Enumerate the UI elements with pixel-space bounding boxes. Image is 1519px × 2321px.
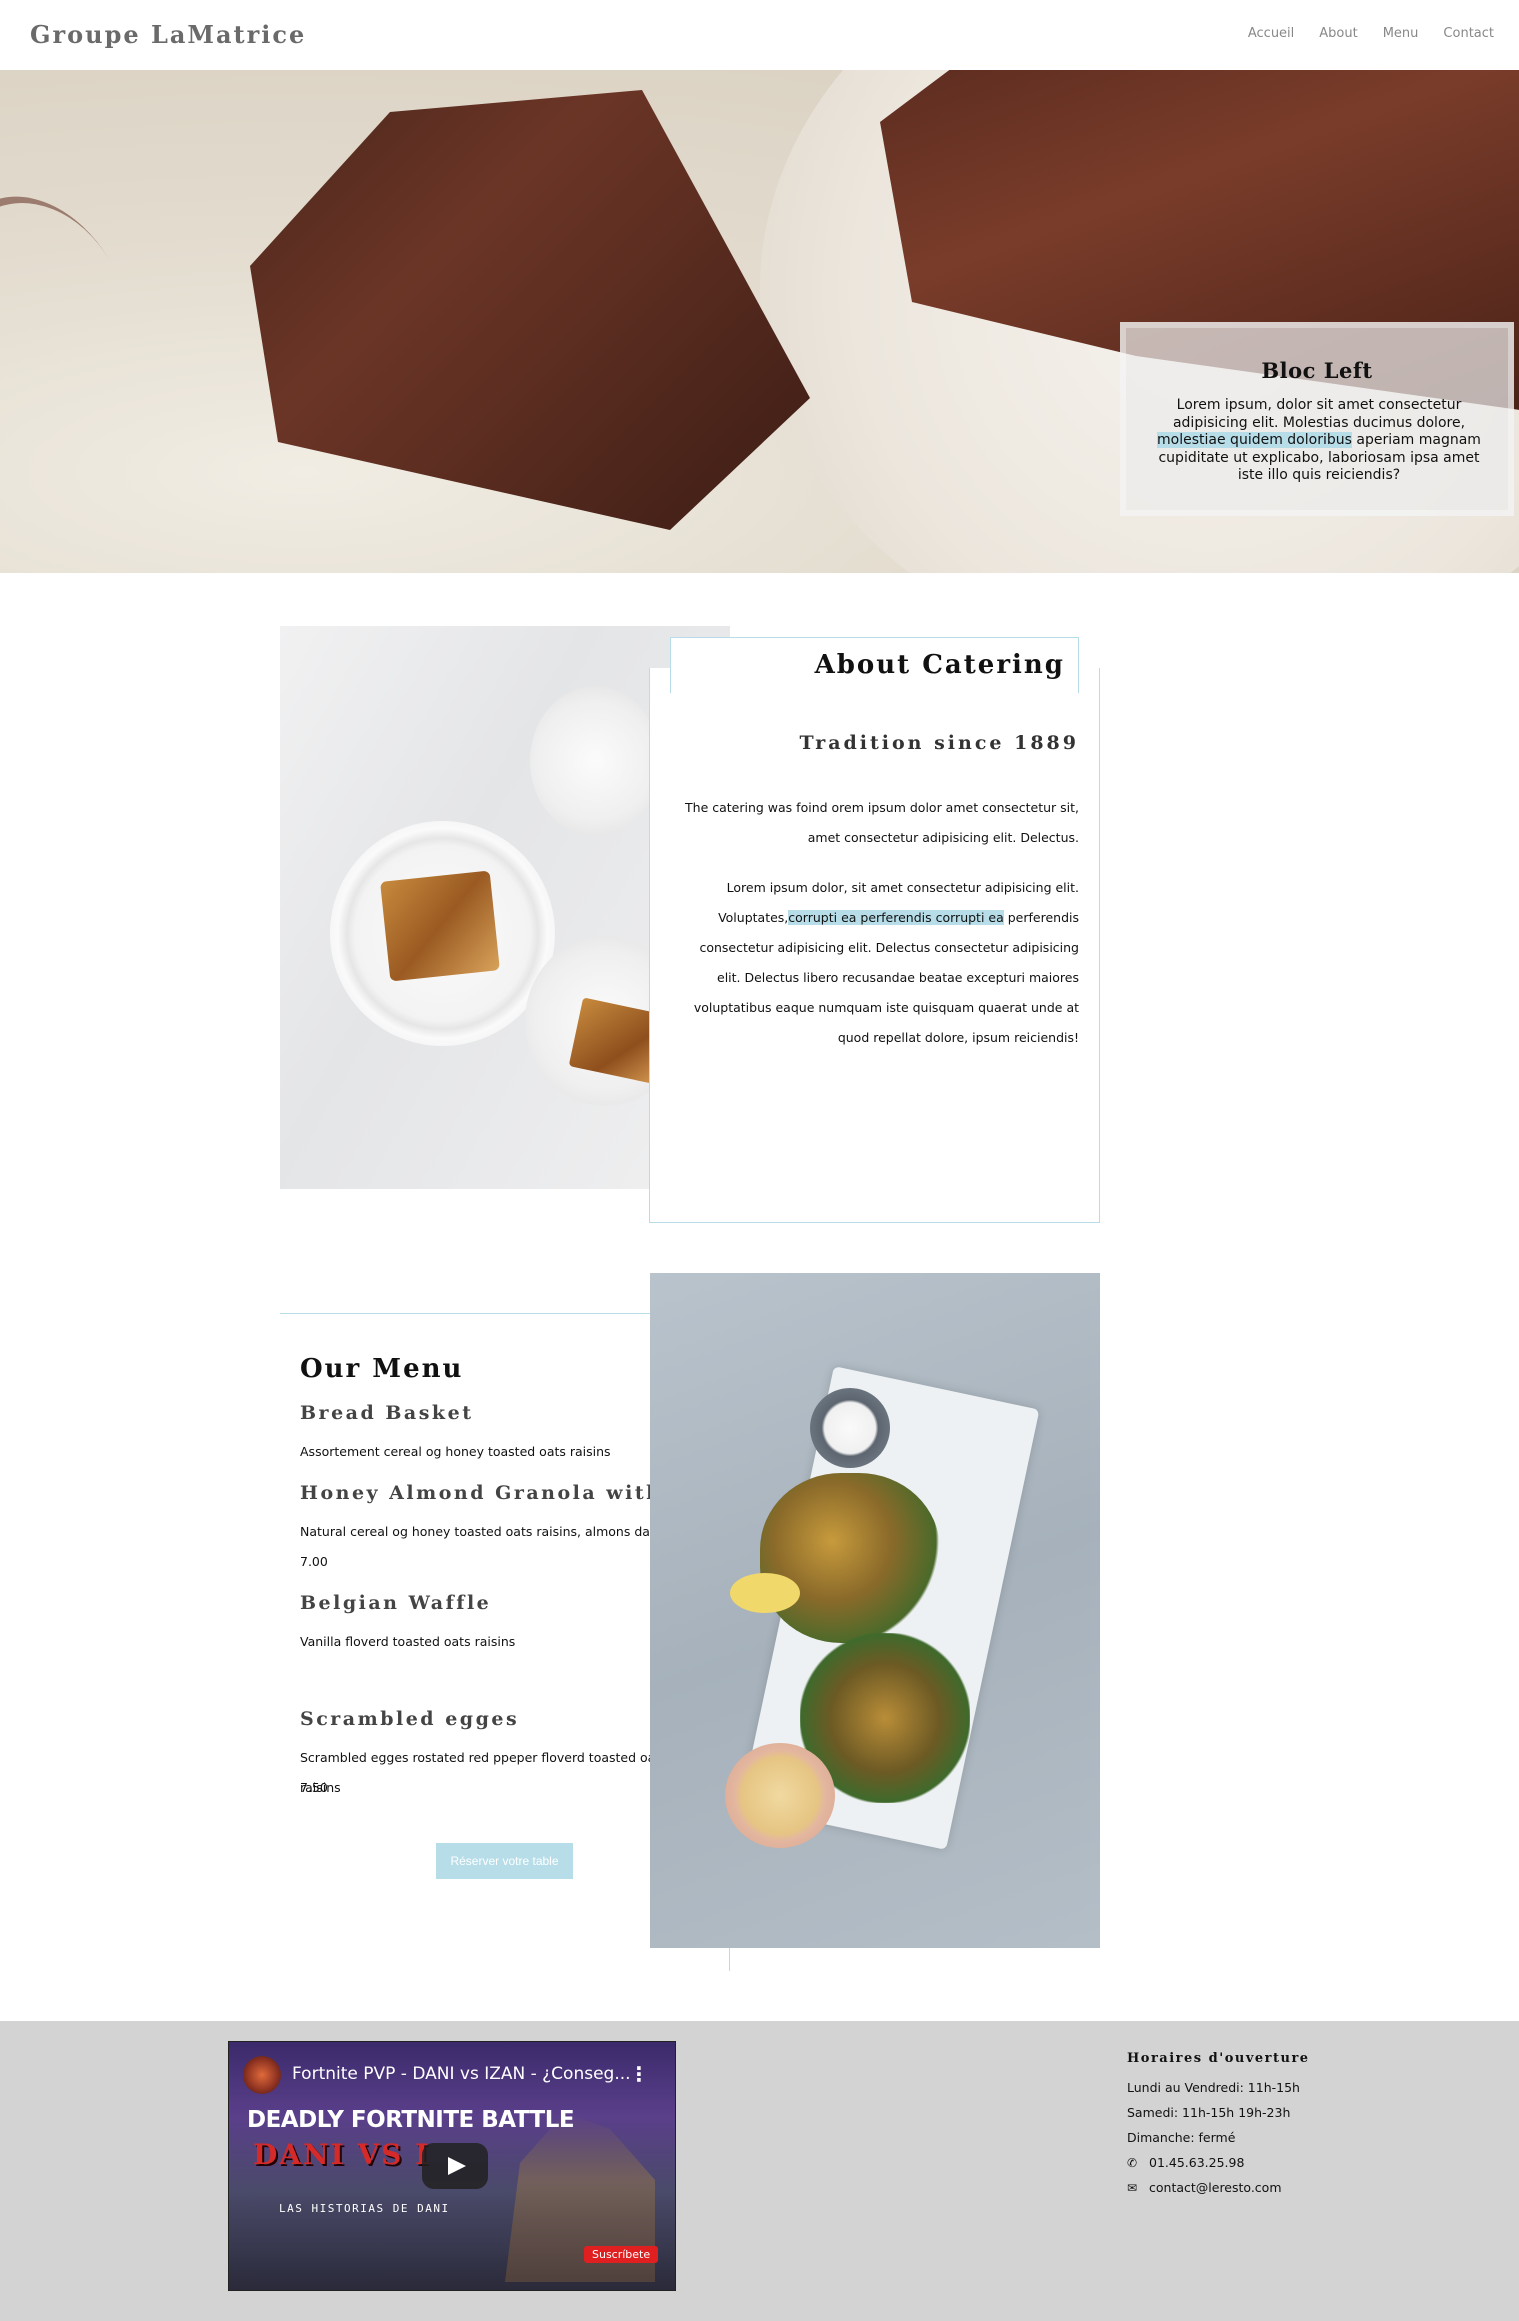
- hero-banner: Bloc Left Lorem ipsum, dolor sit amet co…: [0, 70, 1519, 573]
- envelope-icon: ✉: [1127, 2181, 1138, 2195]
- hours-row: Dimanche: fermé: [1127, 2130, 1236, 2145]
- menu-title: Our Menu: [300, 1354, 464, 1384]
- about-paragraph: The catering was foind orem ipsum dolor …: [685, 800, 1079, 845]
- nav-link-accueil[interactable]: Accueil: [1248, 26, 1294, 41]
- hero-info-text-highlight: molestiae quidem doloribus: [1157, 432, 1352, 448]
- about-paragraph-highlight: corrupti ea perferendis corrupti ea: [788, 910, 1004, 925]
- about-card: Tradition since 1889 The catering was fo…: [649, 668, 1100, 1223]
- hours-row: Samedi: 11h-15h 19h-23h: [1127, 2105, 1291, 2120]
- phone-icon: ✆: [1127, 2156, 1138, 2170]
- menu-image: [650, 1273, 1100, 1948]
- hero-info-text-part: Lorem ipsum, dolor sit amet consectetur …: [1172, 397, 1466, 431]
- dish-name: Bread Basket: [300, 1402, 474, 1424]
- reserve-table-button[interactable]: Réserver votre table: [436, 1843, 573, 1879]
- navbar: Groupe LaMatrice Accueil About Menu Cont…: [0, 0, 1519, 70]
- hero-info-text: Lorem ipsum, dolor sit amet consectetur …: [1126, 383, 1508, 485]
- menu-image-salt-bowl: [810, 1388, 890, 1468]
- dish-name: Scrambled egges: [300, 1708, 520, 1730]
- hero-info-box: Bloc Left Lorem ipsum, dolor sit amet co…: [1120, 322, 1514, 516]
- channel-avatar[interactable]: [243, 2056, 281, 2094]
- dish-description: Assortement cereal og honey toasted oats…: [300, 1444, 611, 1459]
- opening-hours-title: Horaires d'ouverture: [1127, 2051, 1310, 2066]
- subscribe-badge[interactable]: Suscríbete: [584, 2246, 659, 2263]
- email-address[interactable]: contact@leresto.com: [1149, 2180, 1282, 2195]
- thumbnail-caption: LAS HISTORIAS DE DANI: [279, 2202, 450, 2215]
- more-options-icon[interactable]: ⋮: [629, 2062, 649, 2086]
- video-title[interactable]: Fortnite PVP - DANI vs IZAN - ¿Conseg...: [292, 2064, 632, 2084]
- nav-link-menu[interactable]: Menu: [1383, 26, 1419, 41]
- nav-menu: Accueil About Menu Contact: [1248, 26, 1494, 41]
- contact-email: ✉ contact@leresto.com: [1127, 2175, 1310, 2200]
- hero-info-title: Bloc Left: [1261, 358, 1373, 383]
- dish-description: Natural cereal og honey toasted oats rai…: [300, 1524, 710, 1539]
- play-button-icon[interactable]: [422, 2143, 488, 2189]
- nav-link-about[interactable]: About: [1319, 26, 1357, 41]
- contact-phone: ✆ 01.45.63.25.98: [1127, 2150, 1310, 2175]
- thumbnail-headline: DEADLY FORTNITE BATTLE: [247, 2107, 575, 2133]
- about-subtitle: Tradition since 1889: [799, 732, 1079, 754]
- dish-name: Belgian Waffle: [300, 1592, 492, 1614]
- dish-price: 7.00: [300, 1554, 328, 1569]
- phone-number[interactable]: 01.45.63.25.98: [1149, 2155, 1244, 2170]
- dish-description: Vanilla floverd toasted oats raisins: [300, 1634, 516, 1649]
- menu-image-lemon: [730, 1573, 800, 1613]
- thumbnail-subheadline: DANI VS I: [253, 2138, 431, 2171]
- nav-link-contact[interactable]: Contact: [1443, 26, 1494, 41]
- about-image-tart: [380, 870, 500, 982]
- about-title: About Catering: [814, 650, 1065, 680]
- about-paragraph: Lorem ipsum dolor, sit amet consectetur …: [679, 873, 1079, 1053]
- footer: Fortnite PVP - DANI vs IZAN - ¿Conseg...…: [0, 2021, 1519, 2321]
- hours-row: Lundi au Vendredi: 11h-15h: [1127, 2080, 1300, 2095]
- dish-price: 7.50: [300, 1780, 328, 1795]
- menu-image-fritters: [760, 1473, 940, 1643]
- opening-hours: Horaires d'ouverture Lundi au Vendredi: …: [1127, 2051, 1310, 2200]
- about-title-tab: About Catering: [670, 637, 1079, 693]
- about-paragraph-part: perferendis consectetur adipisicing elit…: [693, 910, 1079, 1045]
- brand-logo[interactable]: Groupe LaMatrice: [30, 20, 306, 49]
- about-image-plate-small: [530, 686, 660, 836]
- menu-image-sauce-bowl: [725, 1743, 835, 1848]
- youtube-video-embed[interactable]: Fortnite PVP - DANI vs IZAN - ¿Conseg...…: [228, 2041, 676, 2291]
